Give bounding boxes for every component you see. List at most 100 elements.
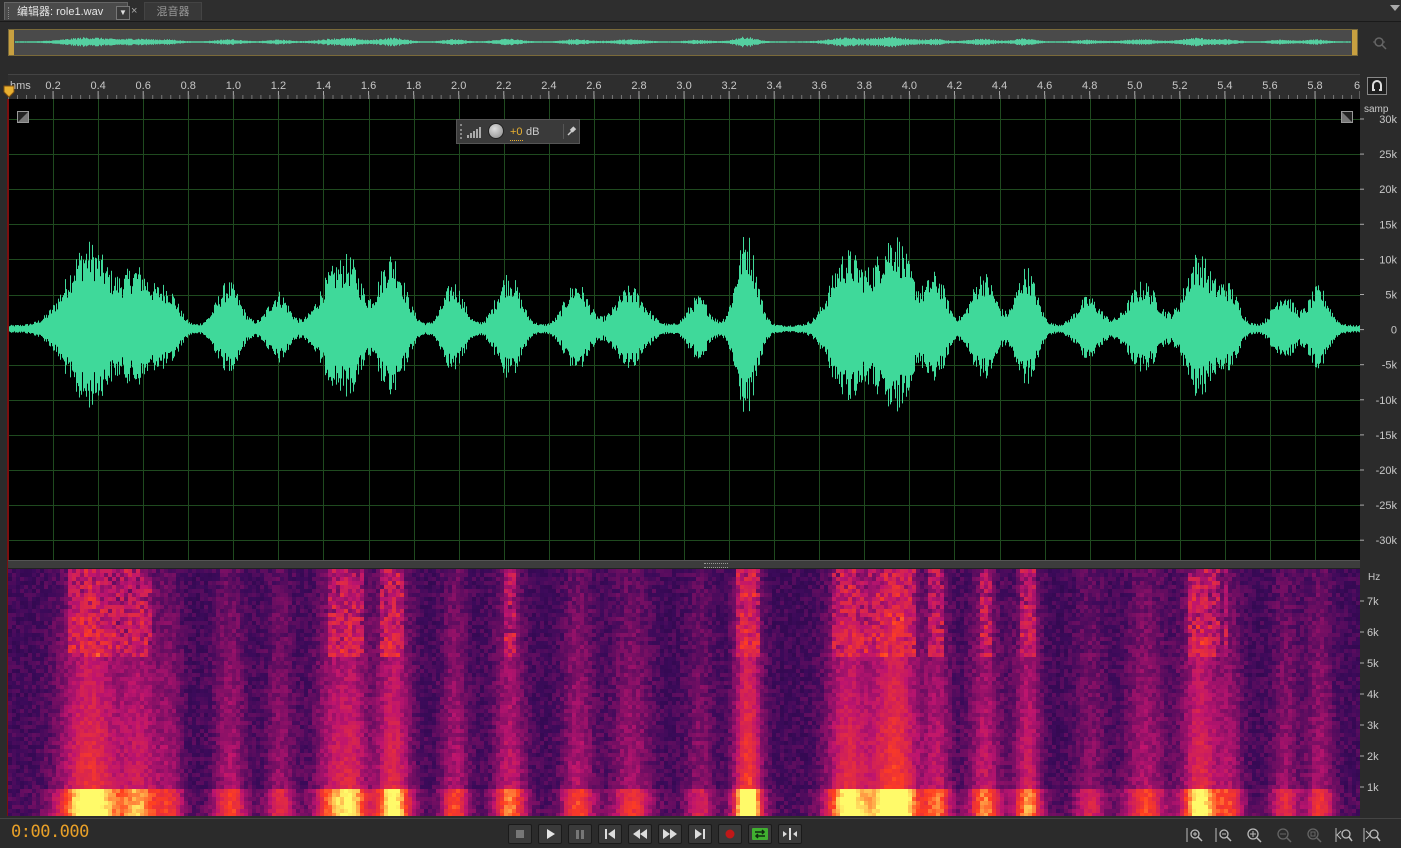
fade-in-icon — [18, 112, 28, 122]
close-tab-icon[interactable]: × — [131, 2, 137, 20]
frequency-tick-label: 2k — [1367, 751, 1379, 763]
zoom-in-at-start-button[interactable] — [1334, 826, 1354, 844]
ruler-tick-label: 5.0 — [1127, 80, 1142, 92]
zoom-out-amplitude-button[interactable] — [1214, 826, 1234, 844]
zoom-out-amplitude-icon — [1214, 826, 1234, 844]
fast-forward-icon — [659, 825, 681, 843]
pin-icon — [564, 124, 579, 139]
amplitude-tick-label: 15k — [1379, 219, 1397, 231]
amplitude-tick-label: -10k — [1376, 395, 1398, 407]
ruler-tick-label: 1.4 — [316, 80, 331, 92]
gain-knob[interactable] — [488, 123, 504, 139]
zoom-out-full-button[interactable] — [1304, 826, 1324, 844]
frequency-tick-label: 3k — [1367, 720, 1379, 732]
zoom-in-time-button[interactable] — [1244, 826, 1264, 844]
ruler-tick-label: 5.4 — [1217, 80, 1232, 92]
ruler-tick-label: 3.6 — [812, 80, 827, 92]
tab-grip[interactable] — [8, 7, 12, 19]
hud-grip[interactable] — [460, 124, 465, 139]
overview-trace — [16, 37, 1351, 48]
spectral-display[interactable] — [8, 569, 1360, 816]
loop-playback-button[interactable] — [748, 824, 772, 844]
fade-out-icon — [1342, 112, 1352, 122]
amplitude-tick-label: 25k — [1379, 149, 1397, 161]
ruler-tick-label: 1.8 — [406, 80, 421, 92]
file-dropdown-button[interactable]: ▼ — [116, 6, 130, 20]
play-icon — [539, 825, 561, 843]
amplitude-tick-label: 5k — [1385, 290, 1397, 302]
zoom-in-time-icon — [1244, 826, 1264, 844]
overview-right-handle[interactable] — [1352, 30, 1357, 55]
go-to-start-button[interactable] — [598, 824, 622, 844]
amplitude-tick-label: 10k — [1379, 254, 1397, 266]
overview-navigator[interactable] — [8, 29, 1358, 56]
ruler-tick-label: 1.6 — [361, 80, 376, 92]
frequency-scale[interactable]: Hz 7k6k5k4k3k2k1k — [1360, 569, 1401, 816]
overview-waveform — [9, 30, 1357, 55]
ruler-tick-label: 2.0 — [451, 80, 466, 92]
zoom-in-at-end-icon — [1362, 826, 1382, 844]
ruler-tick-label: 3.2 — [721, 80, 736, 92]
ruler-tick-label: 5.2 — [1172, 80, 1187, 92]
tab-mixer[interactable]: 混音器 — [144, 2, 202, 20]
time-ruler[interactable]: hms 0.20.40.60.81.01.21.41.61.82.02.22.4… — [8, 74, 1360, 99]
tab-mixer-label: 混音器 — [157, 6, 190, 18]
current-time-display[interactable]: 0:00.000 — [11, 822, 89, 842]
stop-button[interactable] — [508, 824, 532, 844]
fade-out-handle[interactable] — [1341, 111, 1353, 123]
go-to-end-icon — [689, 825, 711, 843]
ruler-tick-label: 5.8 — [1307, 80, 1322, 92]
ruler-tick-label: 2.4 — [541, 80, 556, 92]
ruler-tick-label: 2.6 — [586, 80, 601, 92]
pause-button[interactable] — [568, 824, 592, 844]
gain-hud[interactable]: +0 dB — [456, 119, 580, 144]
ruler-tick-label: 4.0 — [902, 80, 917, 92]
ruler-tick-label: 2.8 — [631, 80, 646, 92]
panel-tab-bar: 编辑器: role1.wav ▼ × 混音器 — [0, 0, 1401, 22]
zoom-out-time-button[interactable] — [1274, 826, 1294, 844]
zoom-out-full-icon — [1304, 826, 1324, 844]
amplitude-tick-label: -15k — [1376, 430, 1398, 442]
zoom-in-at-end-button[interactable] — [1362, 826, 1382, 844]
go-to-end-button[interactable] — [688, 824, 712, 844]
zoom-in-amplitude-button[interactable] — [1185, 826, 1205, 844]
playhead-marker-icon[interactable] — [3, 85, 15, 99]
rewind-button[interactable] — [628, 824, 652, 844]
amplitude-tick-label: -25k — [1376, 500, 1398, 512]
ruler-tick-label: 4.2 — [947, 80, 962, 92]
ruler-tick-label: 0.8 — [181, 80, 196, 92]
frequency-tick-label: 1k — [1367, 782, 1379, 794]
pin-hud-button[interactable] — [563, 124, 579, 139]
gain-value[interactable]: +0 — [510, 124, 523, 141]
zoom-in-amplitude-icon — [1185, 826, 1205, 844]
ruler-tick-label: 4.4 — [992, 80, 1007, 92]
spectrogram-cells — [8, 569, 1360, 816]
tab-editor[interactable]: 编辑器: role1.wav ▼ — [4, 2, 128, 20]
overview-left-handle[interactable] — [9, 30, 14, 55]
fast-forward-button[interactable] — [658, 824, 682, 844]
record-icon — [719, 825, 741, 843]
zoom-navigator-icon[interactable] — [1372, 35, 1388, 51]
ruler-tick-label: 1.2 — [271, 80, 286, 92]
ruler-tick-label: 4.8 — [1082, 80, 1097, 92]
play-button[interactable] — [538, 824, 562, 844]
ruler-tick-label: 3.0 — [676, 80, 691, 92]
splitter-grip[interactable] — [704, 563, 728, 568]
fade-in-handle[interactable] — [17, 111, 29, 123]
zoom-in-at-start-icon — [1334, 826, 1354, 844]
frequency-unit-label: Hz — [1368, 572, 1380, 583]
ruler-tick-label: 0.2 — [45, 80, 60, 92]
view-splitter[interactable] — [8, 560, 1360, 569]
amplitude-scale[interactable]: samp 30k25k20k15k10k5k0-5k-10k-15k-20k-2… — [1360, 99, 1401, 560]
ruler-tick-label: 5.6 — [1262, 80, 1277, 92]
waveform-display[interactable] — [8, 99, 1360, 560]
amplitude-tick-label: -30k — [1376, 535, 1398, 547]
panel-menu-icon[interactable] — [1390, 5, 1400, 11]
skip-selection-button[interactable] — [778, 824, 802, 844]
snap-toggle-button[interactable] — [1367, 77, 1387, 95]
tab-editor-label: 编辑器: role1.wav — [17, 6, 103, 18]
pause-icon — [569, 825, 591, 843]
ruler-tick-label: 6 — [1354, 80, 1360, 92]
record-button[interactable] — [718, 824, 742, 844]
frequency-tick-label: 5k — [1367, 658, 1379, 670]
